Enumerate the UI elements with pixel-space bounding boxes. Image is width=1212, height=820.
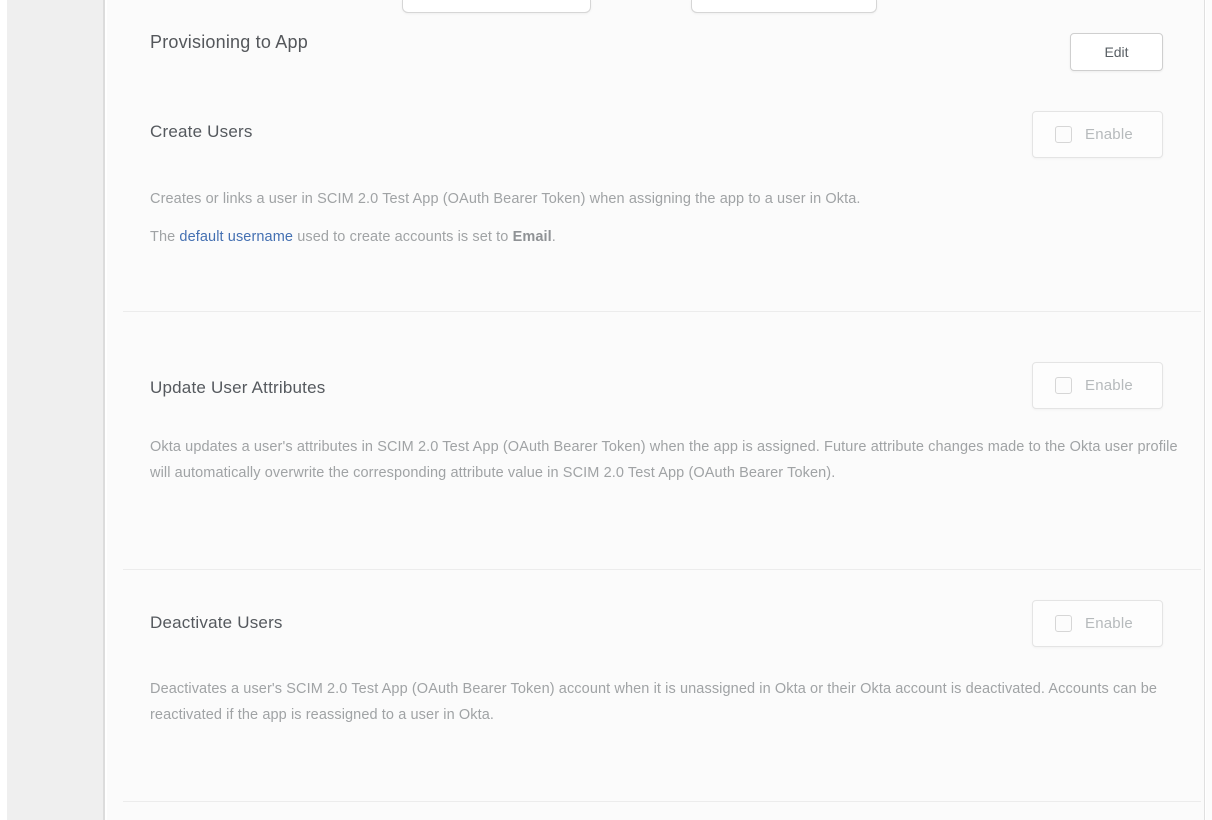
enable-toggle-create-users[interactable]: Enable	[1032, 111, 1163, 158]
default-username-link[interactable]: default username	[179, 229, 293, 245]
create-users-username-note: The default username used to create acco…	[150, 224, 1195, 250]
section-divider	[123, 569, 1201, 570]
provisioning-page: Provisioning to App Edit Create Users En…	[0, 0, 1212, 820]
cutoff-button-left[interactable]	[402, 0, 591, 13]
edit-button[interactable]: Edit	[1070, 33, 1163, 71]
enable-checkbox[interactable]	[1055, 377, 1072, 394]
enable-label: Enable	[1085, 377, 1133, 394]
deactivate-users-description: Deactivates a user's SCIM 2.0 Test App (…	[150, 676, 1195, 728]
left-sidebar	[7, 0, 105, 820]
update-user-attributes-description: Okta updates a user's attributes in SCIM…	[150, 434, 1195, 486]
create-users-description: Creates or links a user in SCIM 2.0 Test…	[150, 186, 1195, 212]
enable-checkbox[interactable]	[1055, 126, 1072, 143]
cutoff-button-right[interactable]	[691, 0, 877, 13]
note-middle: used to create accounts is set to	[293, 229, 513, 245]
enable-toggle-deactivate-users[interactable]: Enable	[1032, 600, 1163, 647]
enable-label: Enable	[1085, 126, 1133, 143]
enable-label: Enable	[1085, 615, 1133, 632]
section-divider	[123, 801, 1201, 802]
edit-button-label: Edit	[1104, 44, 1128, 60]
enable-toggle-update-user-attributes[interactable]: Enable	[1032, 362, 1163, 409]
provisioning-panel: Provisioning to App Edit Create Users En…	[107, 0, 1205, 820]
section-title-create-users: Create Users	[150, 122, 253, 142]
page-title: Provisioning to App	[150, 32, 308, 53]
note-email-value: Email	[513, 229, 552, 245]
right-gutter	[1206, 0, 1212, 820]
section-title-update-user-attributes: Update User Attributes	[150, 378, 325, 398]
section-title-deactivate-users: Deactivate Users	[150, 613, 283, 633]
enable-checkbox[interactable]	[1055, 615, 1072, 632]
section-divider	[123, 311, 1201, 312]
note-suffix: .	[552, 229, 556, 245]
note-prefix: The	[150, 229, 179, 245]
